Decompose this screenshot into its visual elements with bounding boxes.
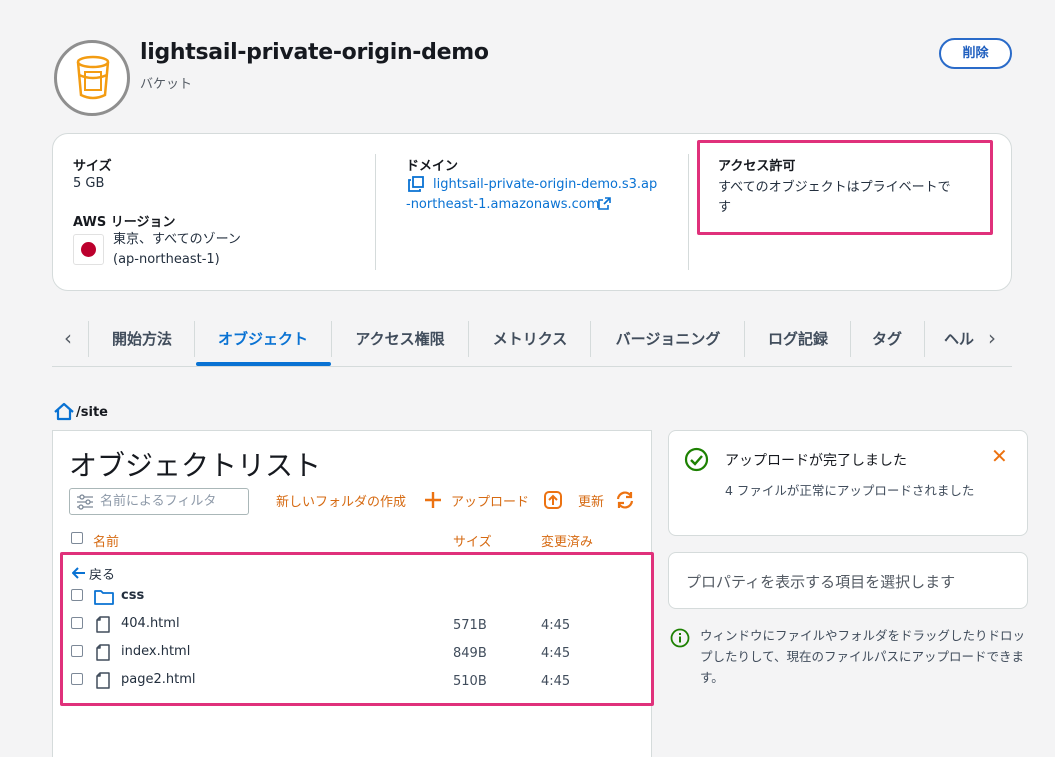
tab-divider	[468, 321, 469, 357]
folder-name[interactable]: css	[121, 588, 144, 603]
delete-button[interactable]: 削除	[939, 38, 1012, 69]
external-link-icon[interactable]	[598, 197, 611, 210]
upload-button[interactable]: アップロード	[451, 491, 529, 510]
tabs-scroll-left-icon[interactable]: ‹	[64, 326, 72, 350]
row-checkbox[interactable]	[71, 645, 83, 657]
file-size: 849B	[453, 646, 487, 661]
filter-input[interactable]	[100, 492, 240, 511]
domain-label: ドメイン	[406, 159, 459, 174]
access-value-line1: すべてのオブジェクトはプライベートで	[718, 180, 951, 195]
tab-objects[interactable]: オブジェクト	[198, 318, 328, 360]
column-header-size[interactable]: サイズ	[453, 531, 492, 550]
file-icon	[96, 644, 110, 661]
tab-divider	[924, 321, 925, 357]
region-value-code: (ap-northeast-1)	[113, 252, 220, 267]
page-subtitle: バケット	[140, 77, 193, 92]
size-value: 5 GB	[73, 176, 105, 191]
access-value-line2: す	[718, 200, 732, 215]
row-checkbox[interactable]	[71, 673, 83, 685]
tab-help[interactable]: ヘル	[930, 318, 978, 360]
filter-icon	[77, 494, 93, 510]
info-divider	[375, 154, 376, 270]
tab-divider	[194, 321, 195, 357]
file-name[interactable]: index.html	[121, 644, 190, 659]
file-size: 571B	[453, 618, 487, 633]
tabs-bottom-border	[52, 366, 1012, 367]
notice-title: アップロードが完了しました	[725, 453, 907, 469]
bucket-avatar	[54, 40, 130, 116]
tab-divider	[590, 321, 591, 357]
file-name[interactable]: page2.html	[121, 672, 195, 687]
column-header-modified[interactable]: 変更済み	[541, 531, 593, 550]
back-link[interactable]: 戻る	[89, 564, 115, 583]
region-label: AWS リージョン	[73, 215, 176, 230]
refresh-button[interactable]: 更新	[578, 491, 604, 510]
upload-icon[interactable]	[543, 490, 563, 510]
tab-tags[interactable]: タグ	[856, 318, 918, 360]
page-title: lightsail-private-origin-demo	[140, 40, 489, 65]
close-icon[interactable]: ✕	[991, 444, 1008, 468]
tab-divider	[88, 321, 89, 357]
tab-versioning[interactable]: バージョニング	[596, 318, 740, 360]
select-all-checkbox[interactable]	[71, 532, 83, 544]
tab-logging[interactable]: ログ記録	[750, 318, 846, 360]
bucket-icon	[76, 55, 110, 100]
tab-getting-started[interactable]: 開始方法	[96, 318, 188, 360]
breadcrumb-path[interactable]: /site	[76, 405, 108, 420]
tab-divider	[331, 321, 332, 357]
file-modified: 4:45	[541, 618, 571, 633]
properties-placeholder: プロパティを表示する項目を選択します	[686, 573, 956, 591]
plus-icon[interactable]	[424, 491, 442, 509]
active-tab-indicator	[196, 362, 331, 366]
file-size: 510B	[453, 674, 487, 689]
back-arrow-icon[interactable]	[72, 567, 86, 579]
domain-link-line1[interactable]: lightsail-private-origin-demo.s3.ap	[433, 175, 657, 195]
domain-link-line2[interactable]: -northeast-1.amazonaws.com	[406, 195, 599, 215]
column-header-name[interactable]: 名前	[93, 531, 119, 550]
tab-divider	[850, 321, 851, 357]
folder-icon	[94, 590, 114, 605]
row-checkbox[interactable]	[71, 589, 83, 601]
new-folder-button[interactable]: 新しいフォルダの作成	[276, 491, 406, 510]
filter-field[interactable]	[69, 488, 249, 515]
refresh-icon[interactable]	[615, 490, 635, 510]
object-list-title: オブジェクトリスト	[69, 449, 322, 482]
tab-metrics[interactable]: メトリクス	[472, 318, 588, 360]
copy-icon[interactable]	[408, 176, 424, 192]
info-divider	[688, 154, 689, 270]
file-modified: 4:45	[541, 674, 571, 689]
check-circle-icon	[684, 447, 709, 472]
tab-divider	[744, 321, 745, 357]
file-icon	[96, 616, 110, 633]
tabs-scroll-right-icon[interactable]: ›	[988, 326, 996, 350]
row-checkbox[interactable]	[71, 617, 83, 629]
tab-permissions[interactable]: アクセス権限	[336, 318, 464, 360]
region-value-name: 東京、すべてのゾーン	[113, 232, 241, 247]
size-label: サイズ	[73, 159, 112, 174]
access-label: アクセス許可	[718, 159, 796, 174]
notice-body: 4 ファイルが正常にアップロードされました	[725, 483, 975, 498]
file-icon	[96, 672, 110, 689]
file-name[interactable]: 404.html	[121, 616, 180, 631]
home-icon[interactable]	[53, 402, 75, 421]
japan-flag-icon	[73, 234, 104, 265]
info-icon	[670, 628, 690, 648]
file-modified: 4:45	[541, 646, 571, 661]
drag-drop-hint: ウィンドウにファイルやフォルダをドラッグしたりドロップしたりして、現在のファイル…	[700, 628, 1026, 685]
